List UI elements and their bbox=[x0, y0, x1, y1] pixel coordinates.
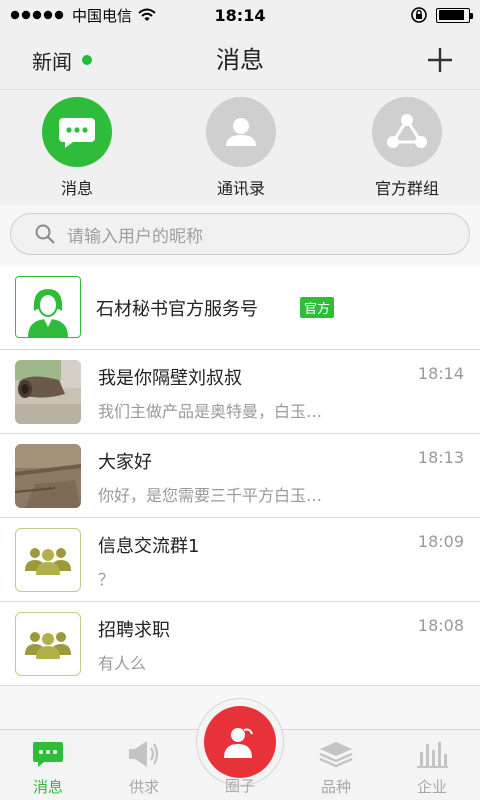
tab-supply-label: 供求 bbox=[128, 778, 159, 796]
official-avatar bbox=[15, 276, 81, 338]
conversation-title: 我是你隔壁刘叔叔 bbox=[98, 368, 242, 389]
tab-supply[interactable]: 供求 bbox=[96, 738, 192, 797]
tab-messages-label: 消息 bbox=[32, 778, 63, 796]
bar-chart-icon bbox=[384, 738, 480, 770]
news-tab[interactable]: 新闻 bbox=[32, 30, 92, 90]
network-icon bbox=[372, 97, 442, 167]
status-right bbox=[410, 6, 473, 24]
tile-messages[interactable]: 消息 bbox=[22, 97, 132, 199]
tab-circle-label: 圈子 bbox=[224, 777, 255, 795]
photo-avatar bbox=[15, 360, 81, 424]
conversation-title: 大家好 bbox=[98, 452, 152, 473]
conversation-preview: ？ bbox=[98, 570, 115, 589]
conversation-title: 信息交流群1 bbox=[98, 536, 200, 557]
tile-official-groups[interactable]: 官方群组 bbox=[352, 97, 462, 199]
battery-icon bbox=[436, 7, 473, 23]
carrier-label: 中国电信 bbox=[72, 6, 133, 25]
contact-icon bbox=[206, 97, 276, 167]
signal-icon bbox=[10, 10, 64, 20]
add-button[interactable] bbox=[424, 44, 456, 76]
photo-avatar bbox=[15, 444, 81, 508]
user-circle-icon bbox=[224, 728, 253, 758]
official-badge: 官方 bbox=[300, 297, 335, 318]
conversation-preview: 你好，是您需要三千平方白玉… bbox=[98, 486, 323, 505]
conversation-list: 石材秘书官方服务号 官方 我是你隔壁刘叔叔 18:14 我们主做产品是奥特曼，白… bbox=[0, 266, 480, 686]
list-item[interactable]: 招聘求职 18:08 有人么 bbox=[0, 602, 480, 686]
group-people-icon bbox=[25, 632, 71, 659]
conversation-preview: 有人么 bbox=[98, 654, 147, 673]
female-avatar-icon bbox=[28, 289, 68, 337]
tab-messages[interactable]: 消息 bbox=[0, 738, 96, 797]
search-placeholder: 请输入用户的昵称 bbox=[67, 226, 203, 247]
tab-enterprise[interactable]: 企业 bbox=[384, 738, 480, 797]
quick-tiles: 消息 通讯录 官方群组 bbox=[0, 91, 480, 205]
layers-icon bbox=[288, 738, 384, 770]
megaphone-icon bbox=[96, 738, 192, 770]
group-avatar bbox=[15, 528, 81, 592]
conversation-time: 18:14 bbox=[417, 364, 464, 383]
conversation-time: 18:09 bbox=[417, 532, 464, 551]
search-icon bbox=[35, 224, 55, 244]
header: 新闻 消息 bbox=[0, 30, 480, 90]
tab-circle[interactable] bbox=[204, 706, 276, 778]
tile-contacts-label: 通讯录 bbox=[216, 179, 265, 198]
list-item[interactable]: 我是你隔壁刘叔叔 18:14 我们主做产品是奥特曼，白玉… bbox=[0, 350, 480, 434]
status-bar: 中国电信 18:14 bbox=[0, 0, 480, 30]
official-name: 石材秘书官方服务号 bbox=[96, 299, 258, 320]
conversation-time: 18:08 bbox=[417, 616, 464, 635]
news-label: 新闻 bbox=[32, 49, 72, 74]
list-item[interactable]: 信息交流群1 18:09 ？ bbox=[0, 518, 480, 602]
rotation-lock-icon bbox=[411, 7, 427, 23]
wifi-icon bbox=[138, 8, 156, 21]
conversation-title: 招聘求职 bbox=[98, 620, 170, 641]
tile-messages-label: 消息 bbox=[60, 179, 93, 198]
conversation-preview: 我们主做产品是奥特曼，白玉… bbox=[98, 402, 323, 421]
chat-icon bbox=[0, 738, 96, 770]
status-left: 中国电信 bbox=[10, 5, 156, 26]
chat-bubble-icon bbox=[42, 97, 112, 167]
conversation-time: 18:13 bbox=[417, 448, 464, 467]
news-unread-dot bbox=[82, 55, 92, 65]
tab-varieties[interactable]: 品种 bbox=[288, 738, 384, 797]
group-avatar bbox=[15, 612, 81, 676]
search-input[interactable]: 请输入用户的昵称 bbox=[10, 213, 470, 255]
tab-enterprise-label: 企业 bbox=[416, 778, 447, 796]
tile-contacts[interactable]: 通讯录 bbox=[186, 97, 296, 199]
tile-official-groups-label: 官方群组 bbox=[374, 179, 439, 198]
group-people-icon bbox=[25, 548, 71, 575]
official-account-row[interactable]: 石材秘书官方服务号 官方 bbox=[0, 266, 480, 350]
list-item[interactable]: 大家好 18:13 你好，是您需要三千平方白玉… bbox=[0, 434, 480, 518]
tab-varieties-label: 品种 bbox=[320, 778, 351, 796]
